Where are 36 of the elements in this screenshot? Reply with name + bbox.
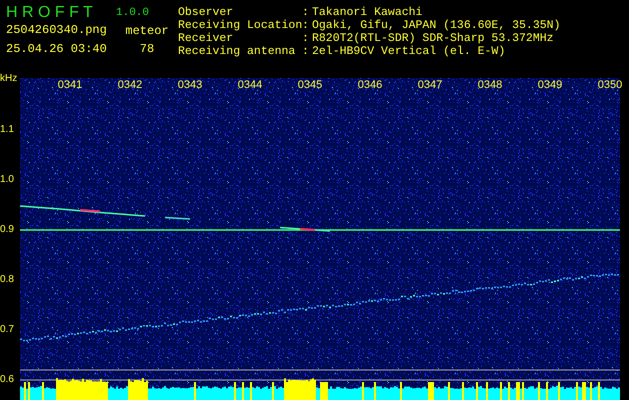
info-value: R820T2(RTL-SDR) SDR-Sharp 53.372MHz (312, 32, 555, 45)
info-separator: : (302, 32, 310, 45)
info-label: Receiver (178, 32, 234, 45)
date-time: 25.04.26 03:40 (6, 42, 108, 56)
info-label: Receiving Location (178, 19, 302, 32)
time-label: 0349 (538, 79, 562, 92)
frequency-label: 0.9 (0, 224, 14, 236)
time-label: 0343 (178, 79, 202, 92)
info-separator: : (302, 19, 310, 32)
meteor-count: 78 (138, 42, 156, 56)
time-label: 0347 (418, 79, 442, 92)
time-label: 0341 (58, 79, 82, 92)
info-value: 2el-HB9CV Vertical (el. E-W) (312, 45, 506, 58)
frequency-label: 0.8 (0, 274, 14, 286)
file-name: 2504260340.png (6, 23, 108, 37)
info-separator: : (302, 45, 310, 58)
info-label: Receiving antenna (178, 45, 296, 58)
info-separator: : (302, 6, 310, 19)
time-label: 0345 (298, 79, 322, 92)
time-label: 0342 (118, 79, 142, 92)
frequency-label: 1.1 (0, 124, 14, 136)
app-version: 1.0.0 (116, 7, 150, 19)
info-value: Ogaki, Gifu, JAPAN (136.60E, 35.35N) (312, 19, 560, 32)
time-label: 0344 (238, 79, 262, 92)
info-value: Takanori Kawachi (312, 6, 424, 19)
time-label: 0348 (478, 79, 502, 92)
meteor-label: meteor (124, 24, 170, 38)
frequency-label: 1.0 (0, 174, 14, 186)
time-label: 0350 (598, 79, 622, 92)
frequency-label: 0.7 (0, 324, 14, 336)
axis-unit: kHz (0, 73, 18, 85)
time-label: 0346 (358, 79, 382, 92)
frequency-label: 0.6 (0, 374, 14, 386)
info-label: Observer (178, 6, 234, 19)
app-title: H R O F F T (6, 4, 94, 22)
meteor-echo-drawing (280, 226, 330, 232)
